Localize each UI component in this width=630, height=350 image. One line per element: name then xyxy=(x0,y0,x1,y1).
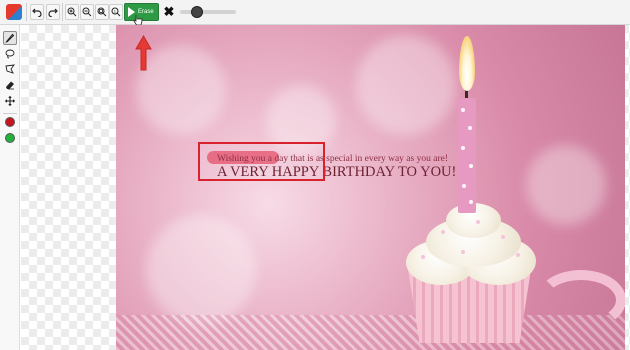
lasso-icon xyxy=(5,49,15,59)
sprinkle xyxy=(501,235,505,239)
sprinkle xyxy=(421,255,425,259)
sprinkle xyxy=(441,230,445,234)
red-arrow-annotation-icon xyxy=(135,35,152,71)
bokeh-light xyxy=(526,145,606,225)
bokeh-light xyxy=(146,215,256,325)
candle-flame xyxy=(459,36,475,91)
tool-panel xyxy=(0,25,20,350)
toolbar-divider xyxy=(26,3,27,21)
svg-text:1: 1 xyxy=(114,9,117,14)
eraser-tool[interactable] xyxy=(3,78,17,92)
close-button[interactable]: ✖ xyxy=(163,4,175,19)
pencil-icon xyxy=(5,33,15,43)
lasso-tool[interactable] xyxy=(3,47,17,61)
zoom-out-button[interactable] xyxy=(80,4,94,20)
selection-rectangle xyxy=(198,142,325,181)
undo-button[interactable] xyxy=(30,4,44,20)
close-icon: ✖ xyxy=(163,4,175,19)
zoom-reset-button[interactable]: 1 xyxy=(109,4,123,20)
candle-wick xyxy=(465,90,468,98)
redo-button[interactable] xyxy=(46,4,60,20)
birthday-photo-canvas[interactable]: Wishing you a day that is as special in … xyxy=(116,25,625,350)
zoom-in-button[interactable] xyxy=(65,4,79,20)
brush-size-slider-thumb[interactable] xyxy=(191,6,203,18)
red-mark-color-swatch[interactable] xyxy=(5,117,15,127)
polygon-lasso-icon xyxy=(5,64,15,74)
brush-tool[interactable] xyxy=(3,31,17,45)
tool-divider xyxy=(3,113,17,114)
candle xyxy=(458,98,476,213)
move-icon xyxy=(5,96,15,106)
bokeh-light xyxy=(356,35,456,135)
zoom-in-icon xyxy=(67,7,77,17)
zoom-fit-icon xyxy=(97,7,107,17)
zoom-fit-button[interactable] xyxy=(95,4,109,20)
toolbar-divider xyxy=(62,3,63,21)
eraser-icon xyxy=(6,81,14,90)
brush-size-slider[interactable] xyxy=(180,10,236,14)
undo-icon xyxy=(32,8,42,17)
polygon-lasso-tool[interactable] xyxy=(3,62,17,76)
sprinkle xyxy=(461,250,465,254)
pink-ribbon xyxy=(536,270,625,330)
toolbar: 1 Erase ✖ xyxy=(0,0,630,26)
zoom-out-icon xyxy=(82,7,92,17)
move-tool[interactable] xyxy=(3,94,17,108)
app-logo-icon xyxy=(6,4,22,20)
zoom-reset-icon: 1 xyxy=(111,7,121,17)
sprinkle xyxy=(516,253,520,257)
green-keep-color-swatch[interactable] xyxy=(5,133,15,143)
sprinkle xyxy=(476,220,480,224)
redo-icon xyxy=(48,8,58,17)
